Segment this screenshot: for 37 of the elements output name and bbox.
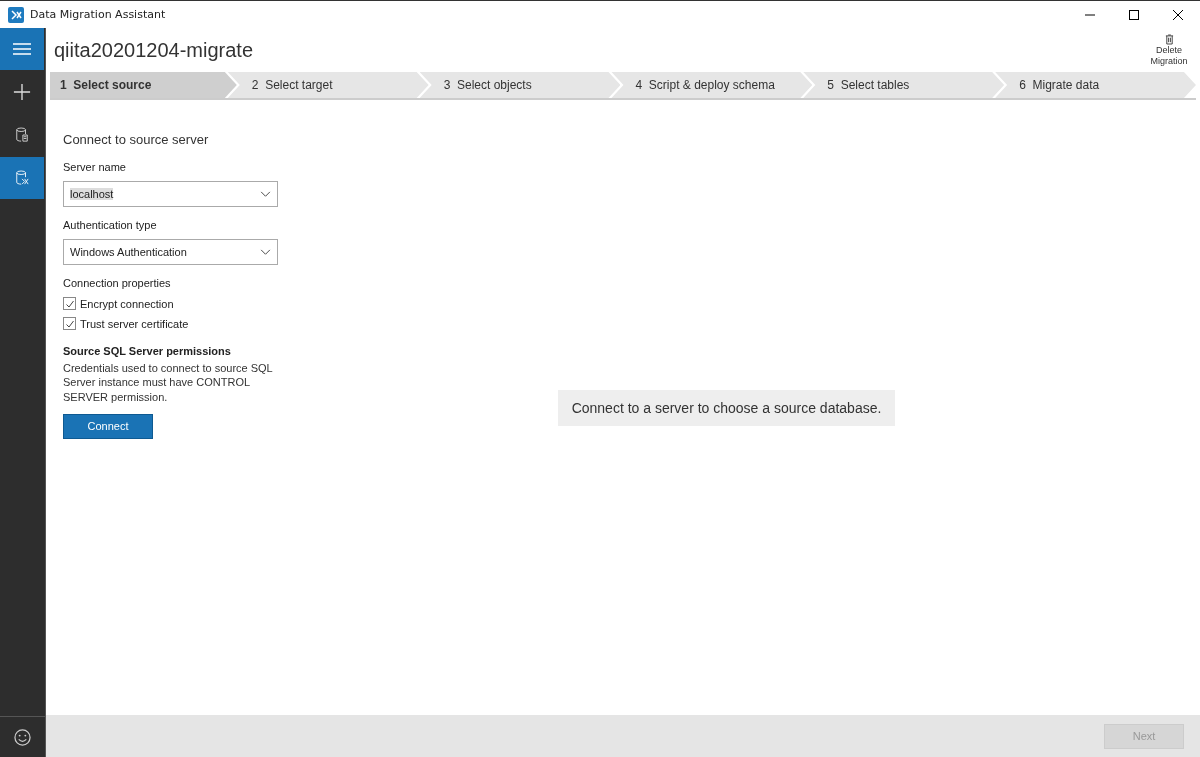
database-icon xyxy=(15,127,29,143)
connect-button[interactable]: Connect xyxy=(63,413,153,439)
wizard-step-tab[interactable]: 2 Select target xyxy=(227,72,429,98)
database-migration-icon xyxy=(15,170,29,186)
trash-icon xyxy=(1164,33,1174,45)
wizard-step-tab[interactable]: 6 Migrate data xyxy=(995,72,1196,98)
chevron-down-icon xyxy=(260,248,271,256)
server-name-dropdown[interactable]: localhost xyxy=(63,181,278,207)
checkbox[interactable] xyxy=(63,317,76,330)
project-title: qiita20201204-migrate xyxy=(54,38,254,62)
field-label: Server name xyxy=(63,161,127,173)
field-label: Authentication type xyxy=(63,219,158,231)
authentication-dropdown[interactable]: Windows Authentication xyxy=(63,239,278,265)
window-title: Data Migration Assistant xyxy=(30,8,166,21)
checkbox[interactable] xyxy=(63,297,76,310)
menu-button[interactable] xyxy=(0,28,44,70)
permissions-heading: Source SQL Server permissions xyxy=(63,345,232,357)
plus-icon xyxy=(13,83,31,101)
checkmark-icon xyxy=(64,318,75,329)
smiley-icon[interactable] xyxy=(14,728,31,746)
section-label: Connection properties xyxy=(63,277,172,289)
form-heading: Connect to source server xyxy=(63,132,210,147)
wizard-step-tab[interactable]: 5 Select tables xyxy=(803,72,1005,98)
wizard-step-tab[interactable]: 1 Select source xyxy=(50,72,237,98)
empty-state-message: Connect to a server to choose a source database. xyxy=(557,389,896,426)
checkbox-label: Trust server certificate xyxy=(80,317,189,330)
migrations-button[interactable] xyxy=(0,157,44,199)
delete-migration-button[interactable]: Delete Migration xyxy=(1146,33,1192,67)
close-icon[interactable] xyxy=(1172,8,1184,21)
chevron-down-icon xyxy=(260,190,271,198)
permissions-text: Credentials used to connect to source SQL Server instance must have CONTROL SERVER permission. xyxy=(63,361,274,404)
wizard-step-tab[interactable]: 3 Select objects xyxy=(419,72,621,98)
app-logo-icon xyxy=(8,6,24,23)
checkbox-label: Encrypt connection xyxy=(80,297,174,310)
wizard-step-tab[interactable]: 4 Script & deploy schema xyxy=(611,72,813,98)
maximize-icon[interactable] xyxy=(1128,8,1140,21)
checkmark-icon xyxy=(64,298,75,309)
